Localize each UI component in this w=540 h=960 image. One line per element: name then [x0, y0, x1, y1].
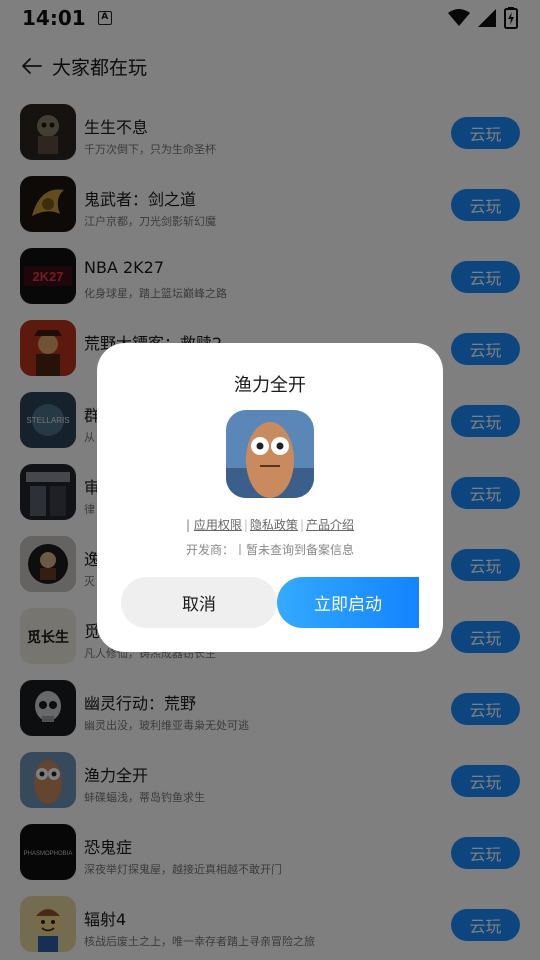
app-icon	[226, 410, 314, 498]
dialog-links: | 应用权限 | 隐私政策 | 产品介绍	[97, 516, 443, 533]
app-permissions-link[interactable]: 应用权限	[194, 518, 242, 532]
links-prefix: |	[185, 518, 191, 532]
link-separator: |	[299, 518, 304, 532]
dialog-title: 渔力全开	[234, 375, 306, 396]
launch-dialog: 渔力全开 | 应用权限 | 隐私政策 | 产品介绍 开发商：丨暂未查询到备案信息 取消 …	[97, 343, 443, 652]
link-separator: |	[243, 518, 248, 532]
privacy-policy-link[interactable]: 隐私政策	[250, 518, 298, 532]
cancel-button[interactable]: 取消	[121, 577, 277, 628]
launch-now-button[interactable]: 立即启动	[277, 577, 419, 628]
developer-info: 开发商：丨暂未查询到备案信息	[185, 543, 354, 557]
product-intro-link[interactable]: 产品介绍	[306, 518, 354, 532]
